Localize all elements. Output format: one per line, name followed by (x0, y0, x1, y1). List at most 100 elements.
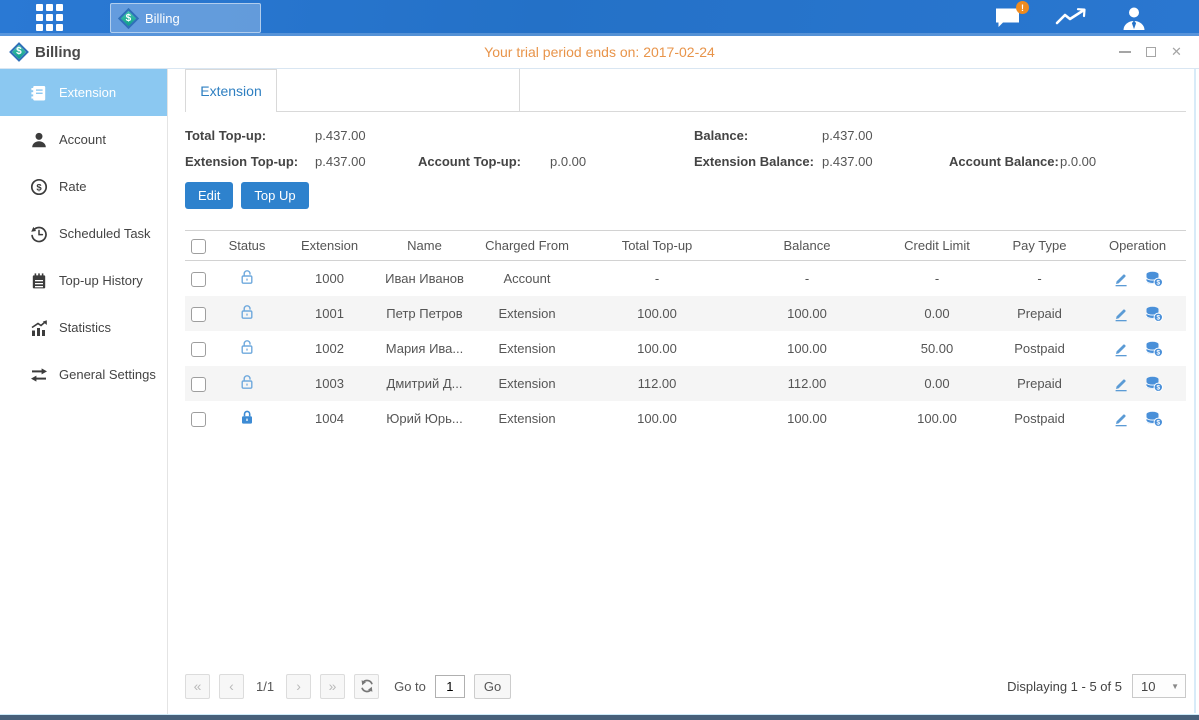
table-row: 1004 Юрий Юрь... Extension 100.00 100.00… (185, 401, 1186, 436)
messages-icon[interactable]: ! (994, 7, 1021, 29)
user-account-icon[interactable] (1121, 6, 1147, 31)
sidebar-item-scheduled-task[interactable]: Scheduled Task (0, 210, 167, 257)
top-up-row-icon[interactable]: $ (1145, 271, 1163, 287)
last-page-button[interactable]: » (320, 674, 345, 699)
row-checkbox[interactable] (191, 272, 206, 287)
top-up-row-icon[interactable]: $ (1145, 341, 1163, 357)
cell-extension: 1000 (282, 271, 377, 286)
taskbar-tab-label: Billing (145, 11, 180, 26)
sidebar: Extension Account $ Rate Scheduled Task … (0, 69, 168, 714)
sidebar-item-general-settings[interactable]: General Settings (0, 351, 167, 398)
svg-text:$: $ (1156, 279, 1160, 286)
account-topup-label: Account Top-up: (418, 154, 550, 169)
tabstrip: Extension (185, 69, 1186, 112)
select-all-checkbox[interactable] (191, 239, 206, 254)
svg-text:$: $ (36, 182, 42, 193)
goto-page-input[interactable] (435, 675, 465, 698)
cell-credit-limit: 0.00 (882, 306, 992, 321)
sidebar-item-label: Top-up History (59, 273, 143, 288)
extensions-table: Status Extension Name Charged From Total… (185, 230, 1186, 436)
trial-notice: Your trial period ends on: 2017-02-24 (0, 44, 1199, 60)
sidebar-item-account[interactable]: Account (0, 116, 167, 163)
edit-row-icon[interactable] (1113, 411, 1129, 427)
maximize-button[interactable] (1144, 46, 1157, 59)
extension-balance-value: p.437.00 (822, 154, 949, 169)
balance-summary: Total Top-up: p.437.00 Balance: p.437.00… (185, 128, 1186, 169)
col-status: Status (212, 238, 282, 253)
edit-row-icon[interactable] (1113, 306, 1129, 322)
cell-charged-from: Extension (472, 341, 582, 356)
sidebar-item-label: Account (59, 132, 106, 147)
ledger-icon (30, 272, 48, 290)
taskbar-tab-billing[interactable]: $ Billing (110, 3, 261, 33)
col-credit-limit: Credit Limit (882, 238, 992, 253)
cell-pay-type: - (992, 271, 1087, 286)
cell-name: Юрий Юрь... (377, 411, 472, 426)
close-button[interactable]: ✕ (1170, 46, 1183, 59)
sidebar-item-statistics[interactable]: Statistics (0, 304, 167, 351)
extension-book-icon (30, 84, 48, 102)
svg-text:$: $ (1156, 314, 1160, 321)
top-up-row-icon[interactable]: $ (1145, 306, 1163, 322)
cell-balance: 100.00 (732, 411, 882, 426)
bar-chart-icon (30, 319, 48, 337)
page-size-value: 10 (1141, 679, 1155, 694)
refresh-button[interactable] (354, 674, 379, 699)
taskbar-right-icons: ! (994, 6, 1147, 31)
statistics-chart-icon[interactable] (1055, 6, 1087, 30)
col-balance: Balance (732, 238, 882, 253)
minimize-button[interactable] (1118, 46, 1131, 59)
edit-row-icon[interactable] (1113, 341, 1129, 357)
sidebar-item-extension[interactable]: Extension (0, 69, 167, 116)
cell-total-topup: 112.00 (582, 376, 732, 391)
status-lock-icon (239, 409, 255, 425)
table-row: 1000 Иван Иванов Account - - - - $ (185, 261, 1186, 296)
top-up-row-icon[interactable]: $ (1145, 411, 1163, 427)
edit-button[interactable]: Edit (185, 182, 233, 209)
cell-total-topup: - (582, 271, 732, 286)
balance-value: p.437.00 (822, 128, 949, 143)
app-grid-icon[interactable] (36, 4, 66, 32)
top-up-button[interactable]: Top Up (241, 182, 308, 209)
next-page-button[interactable]: › (286, 674, 311, 699)
spacer (550, 128, 694, 143)
cell-charged-from: Extension (472, 411, 582, 426)
cell-total-topup: 100.00 (582, 341, 732, 356)
row-checkbox[interactable] (191, 307, 206, 322)
row-checkbox[interactable] (191, 342, 206, 357)
cell-pay-type: Prepaid (992, 376, 1087, 391)
prev-page-button[interactable]: ‹ (219, 674, 244, 699)
goto-label: Go to (394, 679, 426, 694)
page-size-select[interactable]: 10 ▼ (1132, 674, 1186, 698)
row-checkbox[interactable] (191, 412, 206, 427)
row-checkbox[interactable] (191, 377, 206, 392)
window-title: $ Billing (12, 44, 81, 61)
edit-row-icon[interactable] (1113, 376, 1129, 392)
window-titlebar: Your trial period ends on: 2017-02-24 $ … (0, 36, 1199, 69)
sidebar-item-rate[interactable]: $ Rate (0, 163, 167, 210)
first-page-button[interactable]: « (185, 674, 210, 699)
main-content: Extension Total Top-up: p.437.00 Balance… (168, 69, 1199, 714)
edit-row-icon[interactable] (1113, 271, 1129, 287)
spacer (185, 436, 1186, 672)
dollar-circle-icon: $ (30, 178, 48, 196)
cell-name: Мария Ива... (377, 341, 472, 356)
cell-name: Иван Иванов (377, 271, 472, 286)
go-button[interactable]: Go (474, 674, 511, 699)
window-title-text: Billing (35, 44, 81, 61)
top-up-row-icon[interactable]: $ (1145, 376, 1163, 392)
sidebar-item-label: General Settings (59, 367, 156, 382)
cell-charged-from: Account (472, 271, 582, 286)
cell-name: Дмитрий Д... (377, 376, 472, 391)
total-topup-value: p.437.00 (315, 128, 418, 143)
refresh-icon (360, 679, 374, 693)
table-row: 1002 Мария Ива... Extension 100.00 100.0… (185, 331, 1186, 366)
cell-total-topup: 100.00 (582, 411, 732, 426)
clock-history-icon (30, 225, 48, 243)
spacer (418, 128, 550, 143)
sidebar-item-topup-history[interactable]: Top-up History (0, 257, 167, 304)
cell-extension: 1002 (282, 341, 377, 356)
cell-credit-limit: 0.00 (882, 376, 992, 391)
tab-extension[interactable]: Extension (185, 69, 277, 112)
tabstrip-empty-cell (277, 69, 520, 111)
